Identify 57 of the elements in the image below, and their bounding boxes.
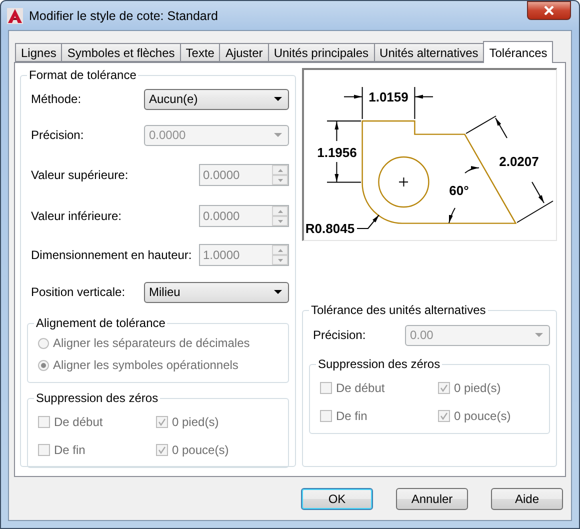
caret-icon — [274, 290, 282, 294]
checkbox-label: 0 pouce(s) — [454, 409, 511, 423]
group-title: Format de tolérance — [28, 68, 138, 82]
dialog-button[interactable]: OK — [301, 488, 373, 510]
field-label: Position verticale: — [31, 285, 126, 299]
down-arrow-icon — [278, 220, 282, 222]
checkbox-label: De fin — [54, 443, 86, 457]
group-title: Suppression des zéros — [35, 391, 160, 405]
dimension-text: 2.0207 — [499, 154, 539, 169]
leader-line — [356, 214, 380, 229]
checkbox-label: 0 pouce(s) — [172, 443, 229, 457]
group-title: Alignement de tolérance — [35, 316, 166, 330]
dropdown[interactable]: Milieu — [144, 282, 289, 302]
dimension-text: 1.0159 — [368, 90, 408, 104]
dimension-text: 1.1956 — [317, 145, 357, 160]
window-title: Modifier le style de cote: Standard — [29, 8, 219, 22]
checkbox-label: De début — [54, 415, 103, 429]
group-title: Suppression des zéros — [317, 357, 442, 371]
center-mark — [398, 177, 408, 187]
angle-dimension-drawing — [448, 166, 480, 224]
field-label: Précision: — [313, 328, 366, 342]
field-label: Précision: — [31, 128, 84, 142]
dropdown[interactable]: Aucun(e) — [144, 88, 289, 110]
tab[interactable]: Ajuster — [219, 43, 269, 62]
up-arrow-icon — [278, 248, 282, 252]
checkbox-label: 0 pied(s) — [454, 381, 501, 395]
checkbox-label: 0 pied(s) — [172, 415, 219, 429]
caret-icon — [274, 97, 282, 101]
close-button[interactable] — [527, 1, 571, 20]
field-label: Valeur inférieure: — [31, 209, 122, 223]
hole-circle — [378, 156, 430, 208]
checkbox-label: De début — [336, 381, 385, 395]
tab[interactable]: Unités alternatives — [374, 43, 484, 62]
group-title: Tolérance des unités alternatives — [310, 303, 487, 317]
tab[interactable]: Texte — [180, 43, 220, 62]
field-label: Méthode: — [31, 92, 82, 106]
caret-icon — [535, 333, 543, 337]
radio-label: Aligner les symboles opérationnels — [53, 358, 238, 372]
tab[interactable]: Unités principales — [268, 43, 375, 62]
dialog-button[interactable]: Aide — [491, 488, 563, 510]
up-arrow-icon — [278, 210, 282, 212]
dimension-text: 60° — [449, 183, 469, 198]
dimension-text: R0.8045 — [305, 221, 355, 236]
field-label: Valeur supérieure: — [31, 168, 128, 182]
tab[interactable]: Symboles et flèches — [61, 43, 181, 62]
tab[interactable]: Lignes — [15, 43, 62, 62]
tab[interactable]: Tolérances — [483, 41, 554, 63]
close-icon — [544, 6, 554, 15]
down-arrow-icon — [278, 178, 282, 182]
down-arrow-icon — [278, 258, 282, 262]
up-arrow-icon — [278, 168, 282, 172]
app-logo-icon — [7, 8, 23, 24]
dialog-button[interactable]: Annuler — [396, 488, 468, 510]
checkbox-label: De fin — [336, 409, 368, 423]
radio-label: Aligner les séparateurs de décimales — [53, 336, 250, 350]
field-label: Dimensionnement en hauteur: — [31, 248, 192, 262]
caret-icon — [274, 133, 282, 137]
